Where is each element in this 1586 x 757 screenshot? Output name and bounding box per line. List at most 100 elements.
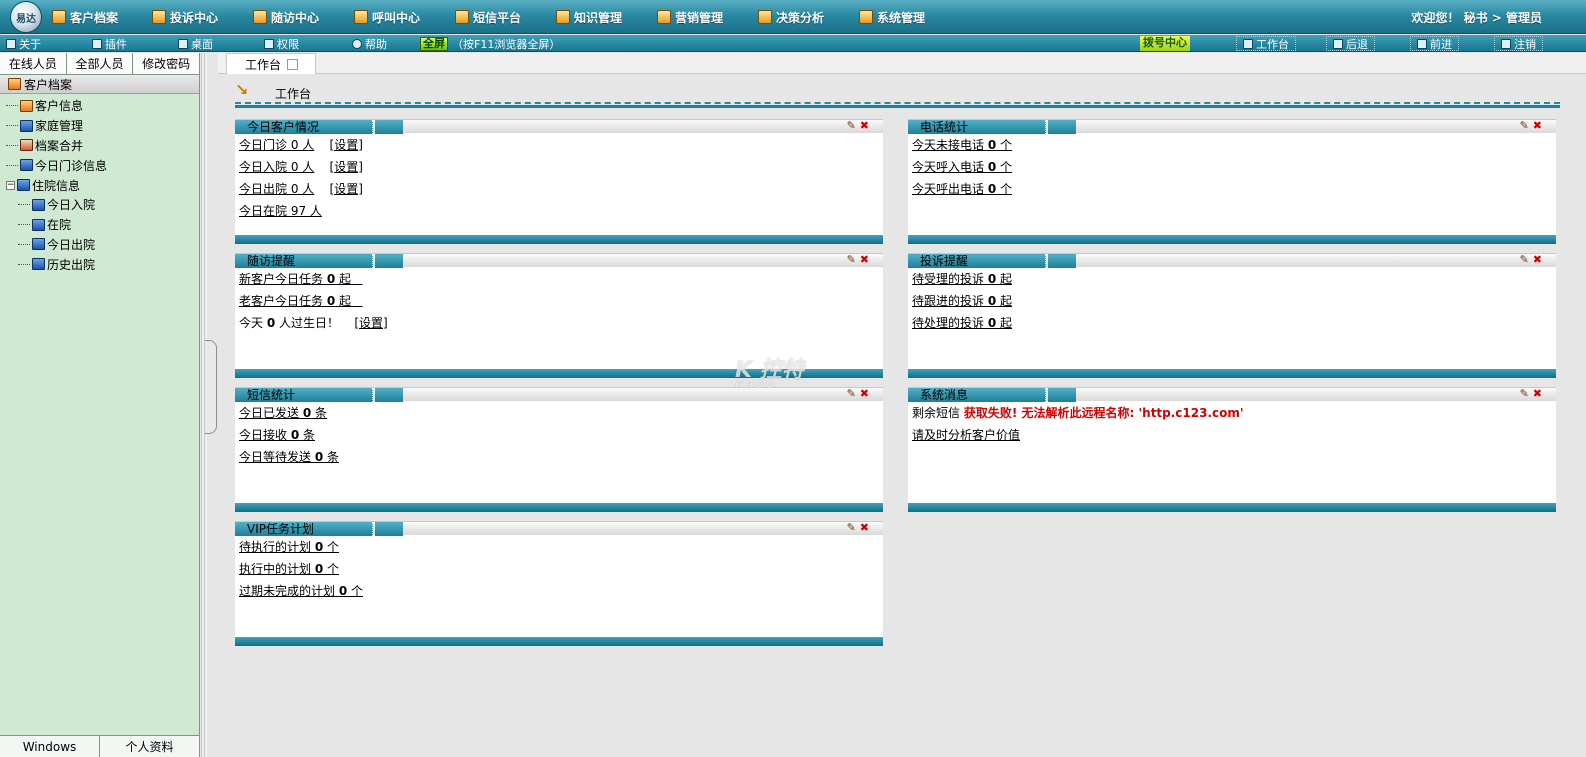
list-item: 今天 0 人过生日！ [设置]	[239, 316, 388, 330]
tree-item-inpatient-info[interactable]: − 住院信息	[6, 175, 199, 195]
tree-item-label: 档案合并	[35, 138, 84, 153]
close-icon[interactable]: ✖	[1533, 253, 1542, 266]
tab-online-users[interactable]: 在线人员	[0, 53, 67, 74]
pending-handle-complaint-link[interactable]: 待处理的投诉 0 起	[912, 316, 1012, 330]
tab-personal-profile[interactable]: 个人资料	[100, 736, 199, 757]
menu-customer-archive[interactable]: 客户档案	[52, 8, 118, 26]
sms-received-link[interactable]: 今日接收 0 条	[239, 428, 315, 442]
tab-workbench[interactable]: 工作台	[226, 53, 316, 74]
panel-title[interactable]: 随访提醒	[235, 254, 373, 268]
plan-overdue-link[interactable]: 过期未完成的计划 0 个	[239, 584, 363, 598]
menu-sms-platform[interactable]: 短信平台	[455, 8, 521, 26]
menu-marketing-management[interactable]: 营销管理	[657, 8, 723, 26]
old-customer-task-link[interactable]: 老客户今日任务 0 起	[239, 294, 363, 308]
forward-button[interactable]: 前进	[1410, 36, 1459, 51]
edit-icon[interactable]: ✎	[1520, 253, 1529, 266]
list-item: 今日已发送 0 条	[239, 405, 879, 427]
panel-title[interactable]: 投诉提醒	[908, 254, 1046, 268]
close-icon[interactable]	[287, 58, 299, 70]
tree-item-in-hospital[interactable]: 在院	[6, 215, 199, 235]
tree-item-customer-info[interactable]: 客户信息	[6, 96, 199, 116]
edit-icon[interactable]: ✎	[1520, 119, 1529, 132]
settings-link[interactable]: [设置]	[330, 160, 363, 174]
menu-call-center[interactable]: 呼叫中心	[354, 8, 420, 26]
sms-pending-link[interactable]: 今日等待发送 0 条	[239, 450, 339, 464]
close-icon[interactable]: ✖	[860, 253, 869, 266]
menu-decision-analysis[interactable]: 决策分析	[758, 8, 824, 26]
close-icon[interactable]: ✖	[860, 521, 869, 534]
tab-all-users[interactable]: 全部人员	[66, 53, 134, 74]
close-icon[interactable]: ✖	[860, 119, 869, 132]
splitter-collapse-handle[interactable]	[205, 340, 217, 434]
close-icon[interactable]: ✖	[860, 387, 869, 400]
menu-label: 短信平台	[473, 10, 522, 25]
fullscreen-button[interactable]: 全屏	[420, 36, 448, 51]
edit-icon[interactable]: ✎	[1520, 387, 1529, 400]
about-label: 关于	[19, 37, 41, 51]
settings-link[interactable]: [设置]	[330, 138, 363, 152]
list-item: 待受理的投诉 0 起	[912, 271, 1552, 293]
menu-label: 决策分析	[776, 10, 825, 25]
workbench-button[interactable]: 工作台	[1236, 36, 1296, 51]
list-item: 执行中的计划 0 个	[239, 561, 879, 583]
panel-title[interactable]: 电话统计	[908, 120, 1046, 134]
panel-title[interactable]: VIP任务计划	[235, 522, 373, 536]
help-button[interactable]: 帮助	[352, 36, 387, 51]
plan-pending-link[interactable]: 待执行的计划 0 个	[239, 540, 339, 554]
dial-center-button[interactable]: 拨号中心	[1140, 36, 1190, 51]
panel-title[interactable]: 系统消息	[908, 388, 1046, 402]
menu-complaint-center[interactable]: 投诉中心	[152, 8, 218, 26]
about-button[interactable]: 关于	[6, 36, 41, 51]
error-message: 获取失败! 无法解析此远程名称: 'http.c123.com'	[963, 406, 1244, 420]
close-icon[interactable]: ✖	[1533, 387, 1542, 400]
plan-in-progress-link[interactable]: 执行中的计划 0 个	[239, 562, 339, 576]
tree-item-today-outpatient[interactable]: 今日门诊信息	[6, 155, 199, 175]
panel-title[interactable]: 短信统计	[235, 388, 373, 402]
tree-root-customer-archive[interactable]: 客户档案	[0, 75, 199, 94]
today-admission-link[interactable]: 今日入院 0 人	[239, 160, 314, 174]
menu-knowledge-management[interactable]: 知识管理	[556, 8, 622, 26]
edit-icon[interactable]: ✎	[847, 387, 856, 400]
tree-item-family-management[interactable]: 家庭管理	[6, 116, 199, 136]
tab-change-password[interactable]: 修改密码	[133, 53, 200, 74]
today-discharge-link[interactable]: 今日出院 0 人	[239, 182, 314, 196]
missed-calls-link[interactable]: 今天未接电话 0 个	[912, 138, 1012, 152]
collapse-icon[interactable]: −	[6, 180, 15, 190]
menu-followup-center[interactable]: 随访中心	[253, 8, 319, 26]
sms-sent-link[interactable]: 今日已发送 0 条	[239, 406, 327, 420]
birthday-settings-link[interactable]: [设置]	[354, 316, 387, 330]
back-button[interactable]: 后退	[1326, 36, 1375, 51]
pending-accept-complaint-link[interactable]: 待受理的投诉 0 起	[912, 272, 1012, 286]
edit-icon[interactable]: ✎	[847, 253, 856, 266]
settings-icon	[859, 10, 873, 24]
panel-title[interactable]: 今日客户情况	[235, 120, 373, 134]
tree-item-archive-merge[interactable]: 档案合并	[6, 136, 199, 156]
logout-button[interactable]: 注销	[1494, 36, 1543, 51]
edit-icon[interactable]: ✎	[847, 521, 856, 534]
analyze-customer-value-link[interactable]: 请及时分析客户价值	[912, 428, 1020, 442]
incoming-calls-link[interactable]: 今天呼入电话 0 个	[912, 160, 1012, 174]
plugin-button[interactable]: 插件	[92, 36, 127, 51]
settings-link[interactable]: [设置]	[330, 182, 363, 196]
new-customer-task-link[interactable]: 新客户今日任务 0 起	[239, 272, 363, 286]
tree-item-history-discharge[interactable]: 历史出院	[6, 254, 199, 274]
panel-complaint-reminder: 投诉提醒 ✎ ✖ 待受理的投诉 0 起 待跟进的投诉 0 起 待处理的投诉 0 …	[908, 253, 1556, 378]
today-outpatient-link[interactable]: 今日门诊 0 人	[239, 138, 314, 152]
workbench-label: 工作台	[1256, 37, 1289, 51]
tree-item-today-admission[interactable]: 今日入院	[6, 195, 199, 215]
permission-button[interactable]: 权限	[264, 36, 299, 51]
in-hospital-link[interactable]: 今日在院 97 人	[239, 204, 322, 218]
outgoing-calls-link[interactable]: 今天呼出电话 0 个	[912, 182, 1012, 196]
list-item: 今日在院 97 人	[239, 203, 879, 225]
close-icon[interactable]: ✖	[1533, 119, 1542, 132]
list-item: 待执行的计划 0 个	[239, 539, 879, 561]
tab-windows[interactable]: Windows	[0, 736, 100, 757]
menu-system-management[interactable]: 系统管理	[859, 8, 925, 26]
desktop-button[interactable]: 桌面	[178, 36, 213, 51]
tree-item-label: 今日出院	[47, 237, 96, 252]
edit-icon[interactable]: ✎	[847, 119, 856, 132]
app-logo[interactable]: 易达	[10, 1, 42, 33]
pending-followup-complaint-link[interactable]: 待跟进的投诉 0 起	[912, 294, 1012, 308]
tree-item-today-discharge[interactable]: 今日出院	[6, 235, 199, 255]
panel-header: 电话统计 ✎ ✖	[908, 119, 1556, 134]
